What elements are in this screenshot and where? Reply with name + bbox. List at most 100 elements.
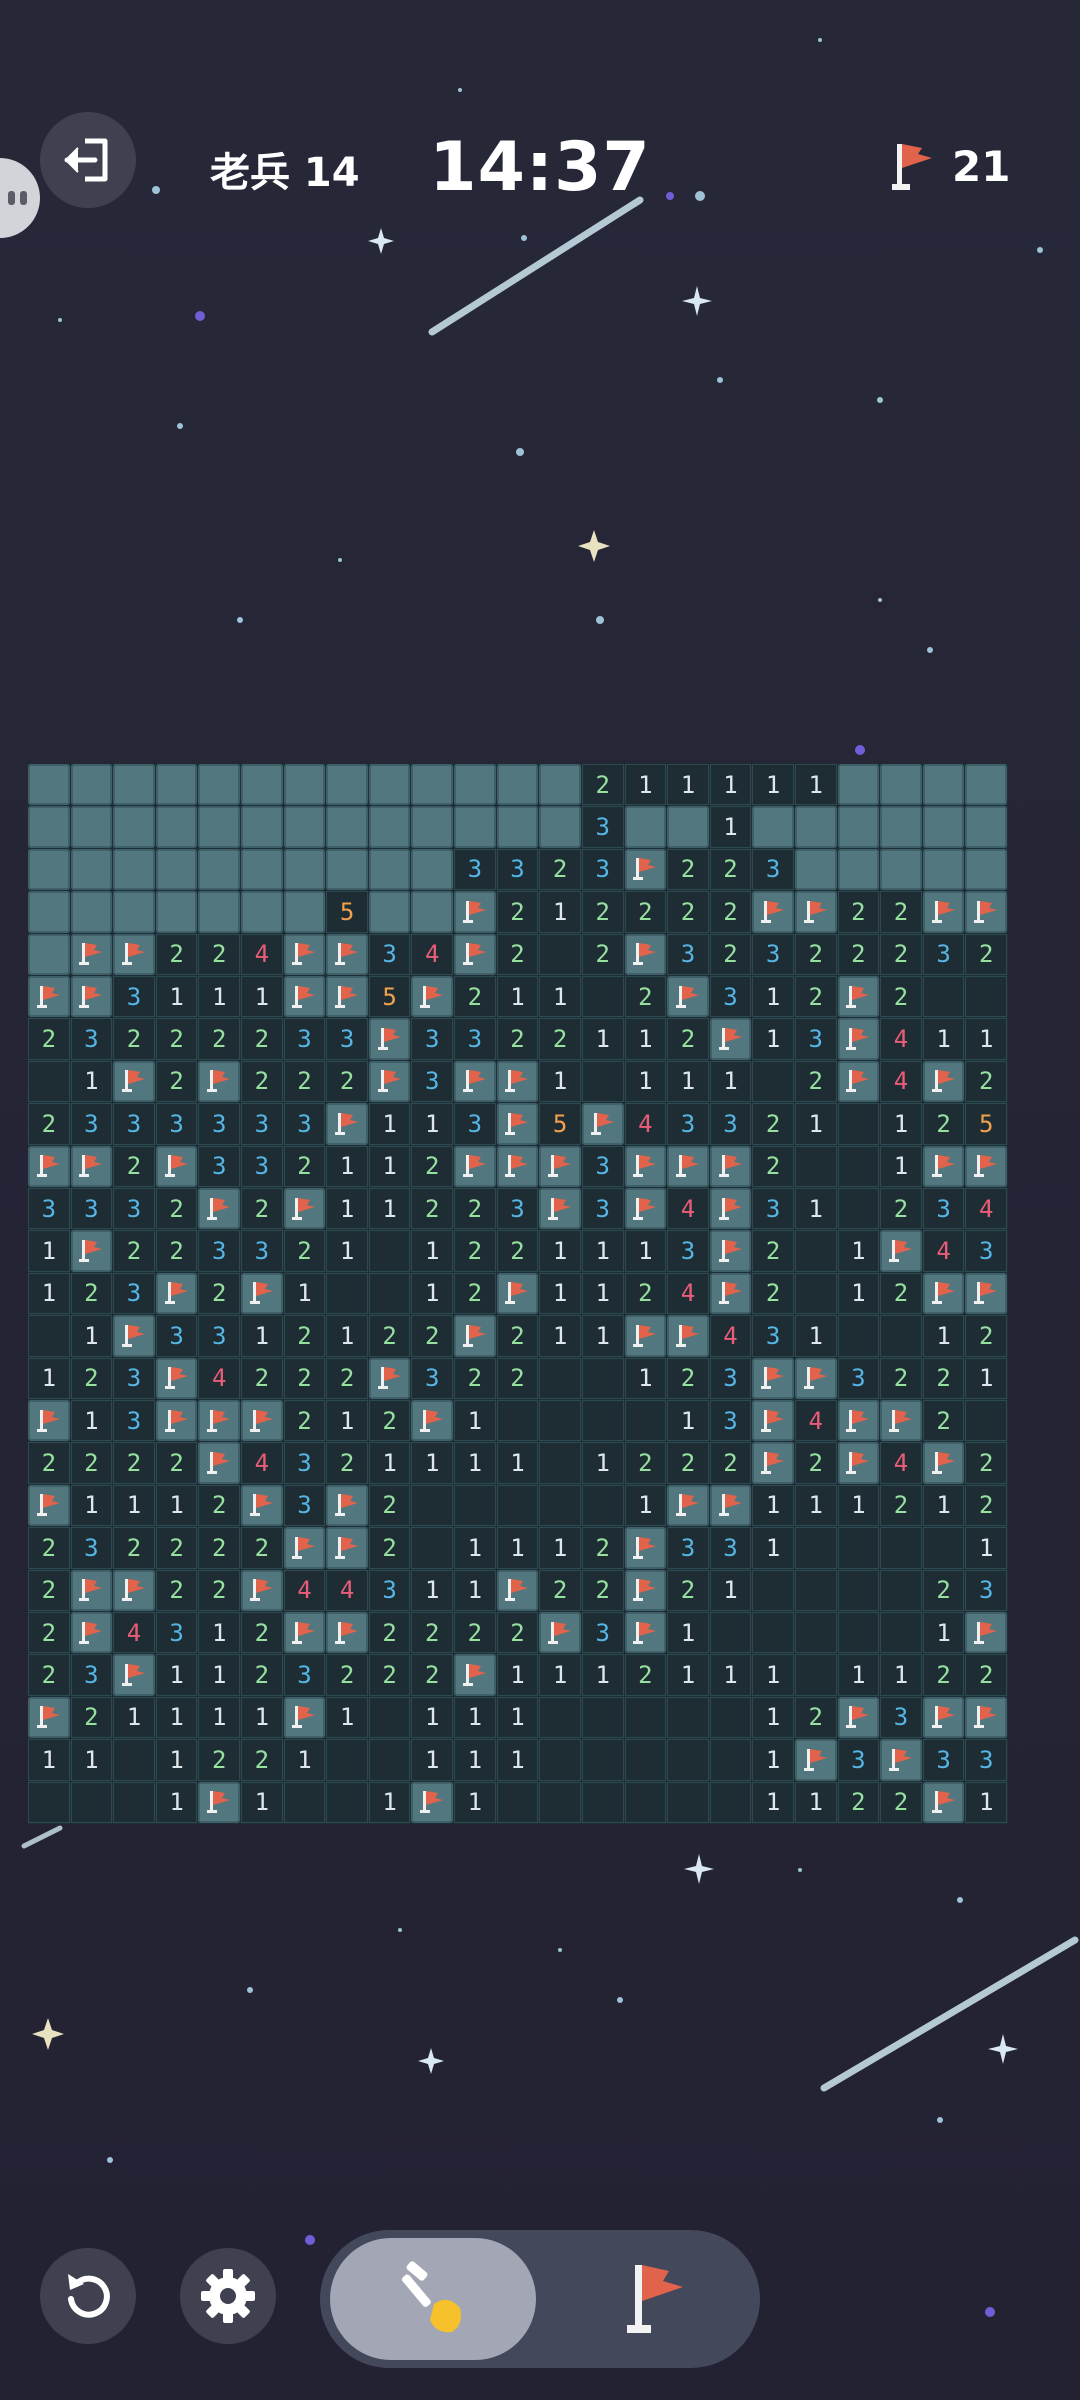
covered-cell[interactable] [70, 806, 113, 848]
flagged-cell[interactable] [241, 1484, 283, 1527]
covered-cell[interactable] [198, 806, 241, 848]
flagged-cell[interactable] [113, 933, 155, 975]
covered-cell[interactable] [113, 806, 155, 848]
flagged-cell[interactable] [283, 1696, 326, 1739]
flagged-cell[interactable] [198, 1781, 241, 1823]
covered-cell[interactable] [880, 806, 922, 848]
flagged-cell[interactable] [70, 1230, 113, 1272]
flagged-cell[interactable] [709, 1230, 752, 1272]
flagged-cell[interactable] [709, 1018, 752, 1060]
flagged-cell[interactable] [880, 1230, 922, 1272]
flagged-cell[interactable] [326, 1484, 368, 1527]
flagged-cell[interactable] [326, 1527, 368, 1569]
flagged-cell[interactable] [752, 1400, 794, 1442]
flagged-cell[interactable] [28, 976, 70, 1018]
covered-cell[interactable] [241, 764, 283, 806]
flagged-cell[interactable] [624, 1569, 667, 1611]
flagged-cell[interactable] [752, 1442, 794, 1484]
flagged-cell[interactable] [155, 1400, 198, 1442]
flagged-cell[interactable] [368, 1357, 411, 1399]
flagged-cell[interactable] [454, 1060, 496, 1103]
flagged-cell[interactable] [326, 976, 368, 1018]
covered-cell[interactable] [837, 764, 880, 806]
covered-cell[interactable] [411, 764, 454, 806]
flagged-cell[interactable] [454, 933, 496, 975]
flagged-cell[interactable] [411, 1781, 454, 1823]
flagged-cell[interactable] [624, 933, 667, 975]
dig-tool-button[interactable] [330, 2238, 536, 2360]
flagged-cell[interactable] [283, 1612, 326, 1654]
flagged-cell[interactable] [28, 1400, 70, 1442]
covered-cell[interactable] [454, 806, 496, 848]
covered-cell[interactable] [965, 806, 1007, 848]
flagged-cell[interactable] [752, 1357, 794, 1399]
covered-cell[interactable] [326, 764, 368, 806]
flagged-cell[interactable] [709, 1272, 752, 1315]
flagged-cell[interactable] [667, 1484, 709, 1527]
covered-cell[interactable] [837, 848, 880, 891]
flagged-cell[interactable] [70, 1612, 113, 1654]
flagged-cell[interactable] [539, 1612, 581, 1654]
covered-cell[interactable] [155, 764, 198, 806]
covered-cell[interactable] [922, 764, 965, 806]
flagged-cell[interactable] [922, 1272, 965, 1315]
covered-cell[interactable] [28, 848, 70, 891]
flagged-cell[interactable] [198, 1060, 241, 1103]
covered-cell[interactable] [794, 848, 837, 891]
flagged-cell[interactable] [539, 1145, 581, 1187]
covered-cell[interactable] [198, 891, 241, 933]
covered-cell[interactable] [965, 848, 1007, 891]
flagged-cell[interactable] [794, 1739, 837, 1781]
flagged-cell[interactable] [155, 1145, 198, 1187]
covered-cell[interactable] [241, 891, 283, 933]
flagged-cell[interactable] [368, 1060, 411, 1103]
covered-cell[interactable] [368, 806, 411, 848]
flagged-cell[interactable] [454, 1315, 496, 1357]
flagged-cell[interactable] [965, 891, 1007, 933]
flagged-cell[interactable] [624, 848, 667, 891]
covered-cell[interactable] [411, 891, 454, 933]
covered-cell[interactable] [922, 848, 965, 891]
covered-cell[interactable] [70, 764, 113, 806]
flagged-cell[interactable] [922, 1060, 965, 1103]
flagged-cell[interactable] [411, 976, 454, 1018]
flagged-cell[interactable] [198, 1442, 241, 1484]
covered-cell[interactable] [326, 848, 368, 891]
covered-cell[interactable] [880, 848, 922, 891]
flagged-cell[interactable] [155, 1272, 198, 1315]
flagged-cell[interactable] [624, 1527, 667, 1569]
flagged-cell[interactable] [496, 1103, 539, 1145]
covered-cell[interactable] [113, 848, 155, 891]
flagged-cell[interactable] [880, 1739, 922, 1781]
covered-cell[interactable] [28, 891, 70, 933]
flagged-cell[interactable] [496, 1272, 539, 1315]
flagged-cell[interactable] [539, 1188, 581, 1230]
covered-cell[interactable] [922, 806, 965, 848]
flagged-cell[interactable] [624, 1188, 667, 1230]
flagged-cell[interactable] [28, 1696, 70, 1739]
flagged-cell[interactable] [113, 1654, 155, 1696]
flagged-cell[interactable] [454, 891, 496, 933]
flagged-cell[interactable] [837, 1060, 880, 1103]
flagged-cell[interactable] [283, 976, 326, 1018]
covered-cell[interactable] [837, 806, 880, 848]
covered-cell[interactable] [411, 848, 454, 891]
flagged-cell[interactable] [454, 1654, 496, 1696]
flagged-cell[interactable] [113, 1060, 155, 1103]
flagged-cell[interactable] [965, 1696, 1007, 1739]
covered-cell[interactable] [880, 764, 922, 806]
flagged-cell[interactable] [922, 891, 965, 933]
covered-cell[interactable] [28, 933, 70, 975]
covered-cell[interactable] [155, 891, 198, 933]
flagged-cell[interactable] [922, 1442, 965, 1484]
flagged-cell[interactable] [326, 1612, 368, 1654]
covered-cell[interactable] [624, 806, 667, 848]
flagged-cell[interactable] [709, 1188, 752, 1230]
flagged-cell[interactable] [624, 1145, 667, 1187]
flagged-cell[interactable] [752, 891, 794, 933]
flagged-cell[interactable] [70, 1145, 113, 1187]
flagged-cell[interactable] [283, 933, 326, 975]
flagged-cell[interactable] [965, 1612, 1007, 1654]
flagged-cell[interactable] [667, 976, 709, 1018]
covered-cell[interactable] [283, 764, 326, 806]
